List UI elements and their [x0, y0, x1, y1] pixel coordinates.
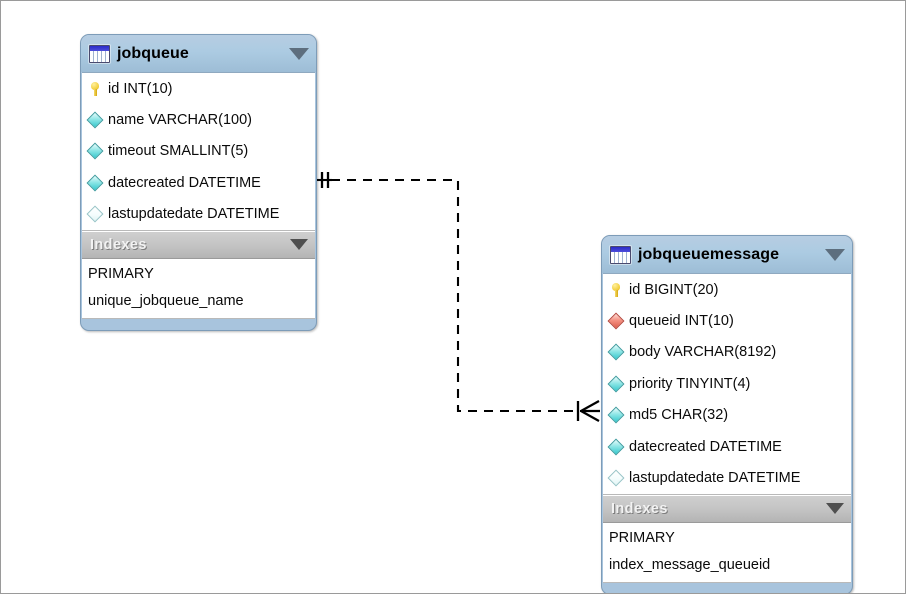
- column-icon: [88, 143, 102, 159]
- column-icon: [609, 344, 623, 360]
- chevron-down-icon[interactable]: [826, 503, 844, 515]
- index-row[interactable]: PRIMARY: [603, 525, 851, 552]
- relationship-line: [331, 178, 584, 413]
- indexes-label: Indexes: [90, 236, 147, 253]
- column-row[interactable]: id INT(10): [82, 73, 315, 104]
- entity-jobqueue-indexes-header[interactable]: Indexes: [82, 230, 315, 258]
- column-label: datecreated DATETIME: [629, 438, 782, 455]
- foreign-key-icon: [609, 313, 623, 329]
- column-label: md5 CHAR(32): [629, 407, 729, 424]
- entity-jobqueue-name: jobqueue: [117, 44, 189, 62]
- column-icon: [609, 376, 623, 392]
- entity-jobqueuemessage-header[interactable]: jobqueuemessage: [602, 236, 852, 273]
- column-icon: [609, 407, 623, 423]
- index-label: index_message_queueid: [609, 557, 771, 574]
- column-label: timeout SMALLINT(5): [108, 143, 249, 160]
- primary-key-icon: [88, 81, 102, 97]
- column-row[interactable]: priority TINYINT(4): [603, 368, 851, 399]
- table-icon: [89, 44, 110, 63]
- index-label: PRIMARY: [609, 530, 675, 547]
- column-label: queueid INT(10): [629, 313, 734, 330]
- entity-jobqueue-columns: id INT(10) name VARCHAR(100) timeout SMA…: [82, 72, 315, 231]
- er-diagram-canvas: jobqueue id INT(10) name VARCHAR(100) ti…: [0, 0, 906, 594]
- chevron-down-icon[interactable]: [290, 239, 308, 251]
- index-row[interactable]: unique_jobqueue_name: [82, 288, 315, 315]
- column-label: name VARCHAR(100): [108, 112, 252, 129]
- entity-jobqueue-header[interactable]: jobqueue: [81, 35, 316, 72]
- column-row[interactable]: md5 CHAR(32): [603, 400, 851, 431]
- column-row[interactable]: body VARCHAR(8192): [603, 337, 851, 368]
- table-icon: [610, 245, 631, 264]
- column-nullable-icon: [88, 206, 102, 222]
- column-label: lastupdatedate DATETIME: [108, 206, 280, 223]
- column-label: datecreated DATETIME: [108, 174, 261, 191]
- column-nullable-icon: [609, 470, 623, 486]
- entity-jobqueuemessage-name: jobqueuemessage: [638, 245, 780, 263]
- column-icon: [609, 439, 623, 455]
- column-label: priority TINYINT(4): [629, 375, 751, 392]
- column-row[interactable]: datecreated DATETIME: [82, 167, 315, 198]
- column-label: id INT(10): [108, 80, 173, 97]
- entity-jobqueuemessage-indexes-header[interactable]: Indexes: [603, 494, 851, 522]
- column-row[interactable]: id BIGINT(20): [603, 274, 851, 305]
- index-label: unique_jobqueue_name: [88, 293, 244, 310]
- index-row[interactable]: index_message_queueid: [603, 552, 851, 579]
- column-row[interactable]: name VARCHAR(100): [82, 104, 315, 135]
- cardinality-one-marker: [317, 172, 332, 188]
- column-label: lastupdatedate DATETIME: [629, 470, 801, 487]
- column-row[interactable]: queueid INT(10): [603, 305, 851, 336]
- column-row[interactable]: datecreated DATETIME: [603, 431, 851, 462]
- column-label: body VARCHAR(8192): [629, 344, 777, 361]
- column-icon: [88, 175, 102, 191]
- column-row[interactable]: timeout SMALLINT(5): [82, 136, 315, 167]
- entity-jobqueuemessage-columns: id BIGINT(20) queueid INT(10) body VARCH…: [603, 273, 851, 495]
- column-icon: [88, 112, 102, 128]
- cardinality-many-marker: [576, 400, 600, 422]
- entity-jobqueue[interactable]: jobqueue id INT(10) name VARCHAR(100) ti…: [80, 34, 317, 331]
- chevron-down-icon[interactable]: [825, 248, 845, 261]
- indexes-label: Indexes: [611, 500, 668, 517]
- index-label: PRIMARY: [88, 266, 154, 283]
- column-label: id BIGINT(20): [629, 281, 719, 298]
- entity-jobqueue-indexes: PRIMARY unique_jobqueue_name: [82, 257, 315, 319]
- primary-key-icon: [609, 282, 623, 298]
- entity-jobqueuemessage-indexes: PRIMARY index_message_queueid: [603, 521, 851, 583]
- column-row[interactable]: lastupdatedate DATETIME: [603, 462, 851, 493]
- column-row[interactable]: lastupdatedate DATETIME: [82, 199, 315, 230]
- index-row[interactable]: PRIMARY: [82, 261, 315, 288]
- chevron-down-icon[interactable]: [289, 47, 309, 60]
- entity-jobqueuemessage[interactable]: jobqueuemessage id BIGINT(20) queueid IN…: [601, 235, 853, 593]
